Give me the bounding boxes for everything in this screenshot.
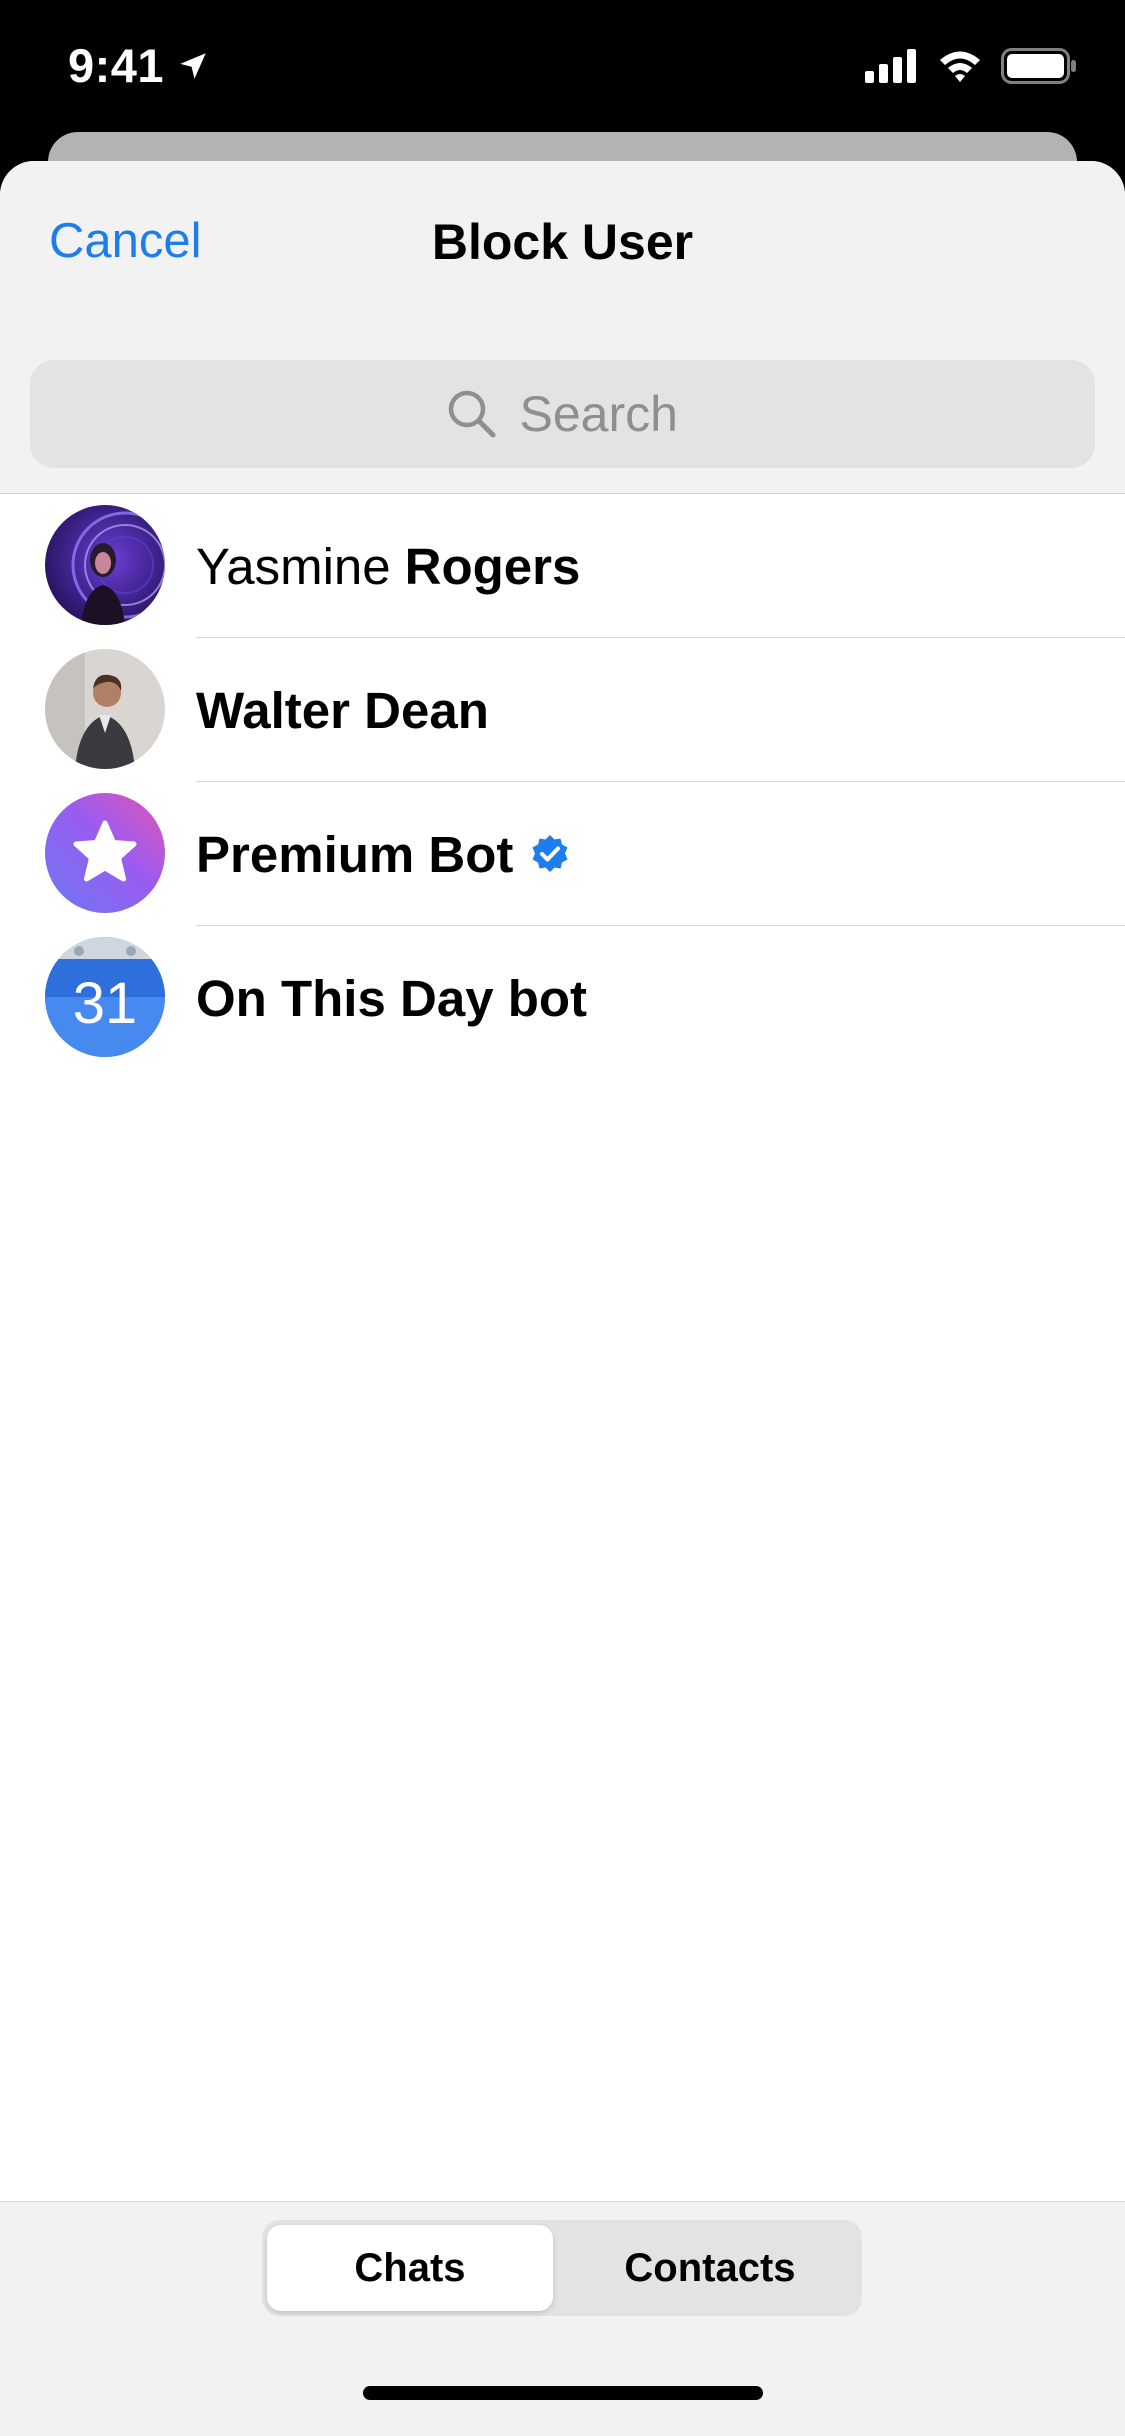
status-time: 9:41 xyxy=(68,38,210,93)
verified-badge-icon xyxy=(529,833,571,875)
home-indicator[interactable] xyxy=(363,2386,763,2400)
contact-name: Yasmine Rogers xyxy=(196,494,580,638)
block-user-sheet: Cancel Block User Search Yasmine Rogers … xyxy=(0,161,1125,2436)
search-input[interactable] xyxy=(519,385,680,443)
status-time-text: 9:41 xyxy=(68,39,165,92)
avatar xyxy=(45,649,165,769)
contact-last-name: Rogers xyxy=(404,537,581,595)
contact-name-text: On This Day bot xyxy=(196,969,588,1027)
contact-list: Yasmine Rogers Walter Dean Premium Bot 3… xyxy=(0,494,1125,1070)
search-bar[interactable] xyxy=(30,360,1095,468)
segment-contacts[interactable]: Contacts xyxy=(567,2225,853,2311)
bottom-bar: Chats Contacts xyxy=(0,2201,1125,2436)
contact-first-name: Yasmine xyxy=(196,537,391,595)
contact-row-premium-bot[interactable]: Premium Bot xyxy=(0,782,1125,926)
segmented-control: Chats Contacts xyxy=(262,2220,862,2316)
avatar xyxy=(45,505,165,625)
contact-name: Premium Bot xyxy=(196,782,571,926)
location-arrow-icon xyxy=(176,49,210,83)
page-title: Block User xyxy=(431,214,694,270)
status-bar: 9:41 xyxy=(0,0,1125,134)
calendar-day-number: 31 xyxy=(73,971,138,1036)
contact-name: On This Day bot xyxy=(196,926,587,1070)
sheet-header: Cancel Block User xyxy=(0,161,1125,494)
status-icons xyxy=(847,48,1077,84)
contact-row-on-this-day-bot[interactable]: 31 On This Day bot xyxy=(0,926,1125,1070)
contact-row-yasmine-rogers[interactable]: Yasmine Rogers xyxy=(0,494,1125,638)
cellular-signal-icon xyxy=(865,49,919,83)
wifi-icon xyxy=(937,49,983,83)
contact-name: Walter Dean xyxy=(196,638,489,782)
search-icon xyxy=(446,388,498,440)
avatar: 31 xyxy=(45,937,165,1057)
avatar xyxy=(45,793,165,913)
contact-name-text: Walter Dean xyxy=(196,681,489,739)
battery-icon xyxy=(1001,48,1077,84)
contact-name-text: Premium Bot xyxy=(196,825,514,883)
contact-row-walter-dean[interactable]: Walter Dean xyxy=(0,638,1125,782)
segment-chats[interactable]: Chats xyxy=(267,2225,553,2311)
